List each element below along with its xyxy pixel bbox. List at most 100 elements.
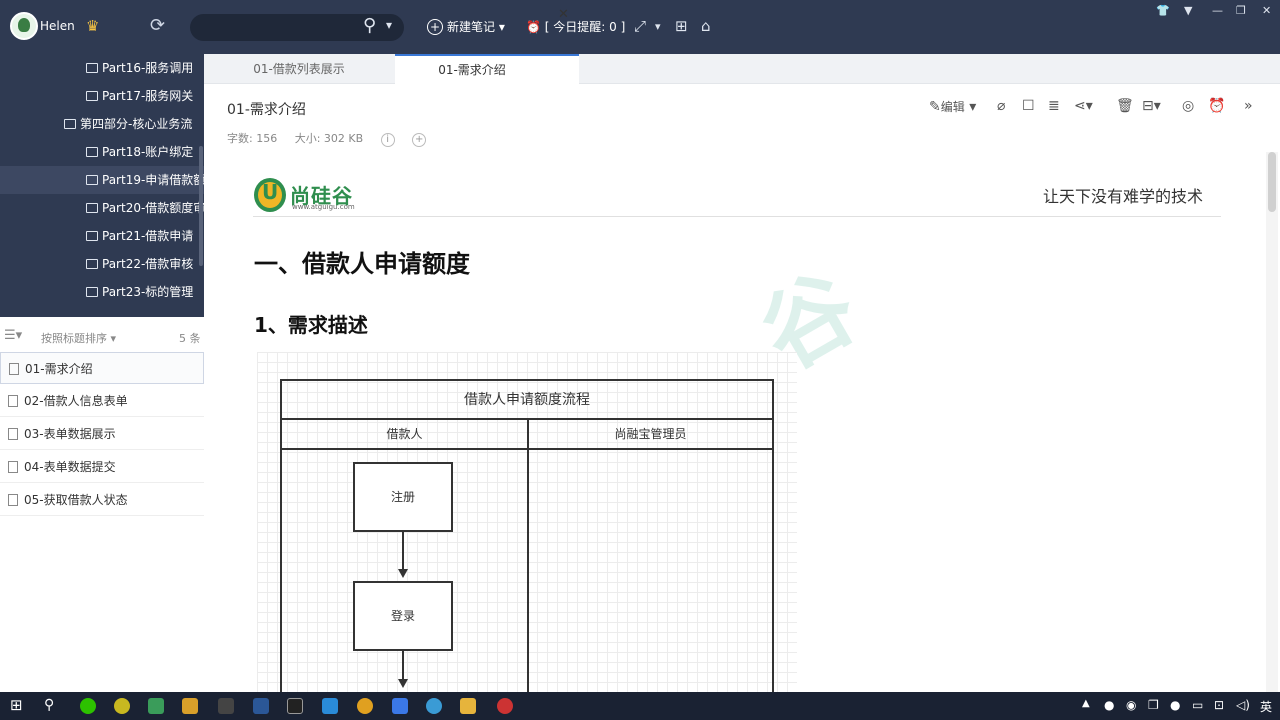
taskbar: ⊞ ⚲ ▲ ● ◉ ❐ ● ▭ ⊡ ◁) 英 [0, 692, 1280, 720]
attachment-icon[interactable]: ⌀ [997, 98, 1005, 114]
reminder-button[interactable]: ⏰ [ 今日提醒: 0 ] [526, 18, 625, 35]
alarm-clock-icon[interactable]: ⏰ [1208, 98, 1225, 114]
network-icon[interactable]: ⊡ [1214, 698, 1224, 712]
word-icon[interactable] [253, 698, 269, 714]
menu-icon[interactable]: ▼ [1184, 4, 1192, 17]
step-register: 注册 [353, 462, 453, 532]
trash-icon[interactable]: 🗑 [1116, 98, 1134, 114]
book-icon[interactable]: ⊟▾ [1142, 98, 1161, 114]
ime-indicator[interactable]: 英 [1260, 698, 1272, 715]
search-icon[interactable]: ⚲ [363, 15, 376, 36]
volume-icon[interactable]: ◁) [1236, 698, 1250, 712]
document-icon [8, 461, 18, 473]
username[interactable]: Helen [40, 19, 75, 33]
terminal-icon[interactable] [218, 698, 234, 714]
tray-icon[interactable]: ◉ [1126, 698, 1136, 712]
document-icon [8, 428, 18, 440]
tab-loan-list[interactable]: 01-借款列表展示 [204, 54, 394, 84]
reminder-label: [ 今日提醒: 0 ] [544, 20, 626, 34]
folder-icon [64, 119, 76, 129]
app-icon[interactable] [114, 698, 130, 714]
close-tab-icon[interactable]: ✕ [558, 7, 569, 22]
notebook-tree: Part16-服务调用 Part17-服务网关 第四部分-核心业务流 Part1… [0, 54, 204, 317]
weibo-icon[interactable]: ◎ [1182, 98, 1194, 114]
tree-item[interactable]: Part22-借款审核 [86, 250, 204, 278]
expand-icon[interactable]: ⤢ [634, 17, 646, 35]
skin-icon[interactable]: 👕 [1156, 4, 1170, 17]
windows-start-icon[interactable]: ⊞ [10, 696, 23, 714]
info-icon[interactable]: i [380, 133, 395, 147]
tree-item[interactable]: Part20-借款额度审 [86, 194, 204, 222]
tree-item[interactable]: 第四部分-核心业务流 [64, 110, 204, 138]
history-icon[interactable]: ≣ [1048, 98, 1060, 114]
step-login: 登录 [353, 581, 453, 651]
tray-icon[interactable]: ❐ [1148, 698, 1159, 712]
chevron-down-icon[interactable]: ▾ [655, 20, 661, 33]
home-icon[interactable]: ⌂ [701, 17, 711, 35]
logo-url: www.atguigu.com [292, 203, 355, 211]
chevron-up-icon[interactable]: ▲ [1082, 698, 1090, 709]
restore-button[interactable]: ❐ [1236, 4, 1246, 17]
microphone-icon[interactable]: ● [1170, 698, 1180, 712]
chrome-icon[interactable] [357, 698, 373, 714]
app-icon[interactable] [392, 698, 408, 714]
tree-item[interactable]: Part17-服务网关 [86, 82, 204, 110]
note-list-item[interactable]: 03-表单数据展示 [0, 418, 204, 450]
note-list-item[interactable]: 05-获取借款人状态 [0, 484, 204, 516]
browser-icon[interactable] [426, 698, 442, 714]
new-note-button[interactable]: + 新建笔记 ▾ [427, 18, 505, 35]
tree-scrollbar[interactable] [199, 146, 203, 266]
add-icon[interactable]: + [412, 133, 427, 147]
lane-admin: 尚融宝管理员 [529, 420, 772, 450]
folder-icon [86, 203, 98, 213]
tray-icon[interactable]: ● [1104, 698, 1114, 712]
tree-item-selected[interactable]: Part19-申请借款额 [0, 166, 204, 194]
app-icon[interactable] [497, 698, 513, 714]
file-size: 大小: 302 KB [294, 132, 364, 145]
tree-item[interactable]: Part16-服务调用 [86, 54, 204, 82]
plus-icon: + [427, 19, 443, 35]
sync-icon[interactable]: ⟳ [150, 15, 165, 36]
app-icon[interactable] [182, 698, 198, 714]
heading-1: 一、借款人申请额度 [254, 250, 470, 278]
new-note-label: 新建笔记 [447, 20, 496, 34]
sort-icon[interactable]: ☰▾ [4, 328, 22, 343]
minimize-button[interactable]: — [1212, 4, 1223, 17]
more-icon[interactable]: » [1244, 98, 1253, 114]
wechat-icon[interactable] [80, 698, 96, 714]
chevron-down-icon[interactable]: ▾ [386, 18, 392, 32]
note-count: 5 条 [179, 332, 201, 345]
crown-icon[interactable]: ♛ [86, 17, 99, 35]
document-title[interactable]: 01-需求介绍 [227, 99, 306, 119]
intellij-icon[interactable] [287, 698, 303, 714]
note-list-item[interactable]: 01-需求介绍 [0, 352, 204, 384]
alarm-icon: ⏰ [526, 20, 541, 34]
tree-item[interactable]: Part18-账户绑定 [86, 138, 204, 166]
battery-icon[interactable]: ▭ [1192, 698, 1203, 712]
comment-icon[interactable]: ☐ [1022, 98, 1035, 114]
close-button[interactable]: ✕ [1262, 4, 1271, 17]
tab-requirements[interactable]: 01-需求介绍 [395, 54, 579, 84]
app-icon[interactable] [148, 698, 164, 714]
folder-icon[interactable] [460, 698, 476, 714]
search-icon[interactable]: ⚲ [44, 697, 54, 713]
sort-dropdown[interactable]: 按照标题排序 ▾ [41, 330, 116, 346]
folder-icon [86, 287, 98, 297]
folder-icon [86, 91, 98, 101]
note-list-item[interactable]: 04-表单数据提交 [0, 451, 204, 483]
document-scrollbar[interactable] [1266, 152, 1278, 692]
sort-label: 按照标题排序 [41, 332, 107, 345]
avatar[interactable] [10, 12, 38, 40]
word-count: 字数: 156 [227, 132, 278, 145]
tree-item[interactable]: Part21-借款申请 [86, 222, 204, 250]
document-meta: 字数: 156 大小: 302 KB i + [227, 130, 427, 147]
tree-item[interactable]: Part23-标的管理 [86, 278, 204, 306]
heading-2: 1、需求描述 [254, 313, 368, 337]
note-list-header: ☰▾ 按照标题排序 ▾ 5 条 [0, 323, 204, 351]
grid-icon[interactable]: ⊞ [675, 17, 688, 35]
vscode-icon[interactable] [322, 698, 338, 714]
share-icon[interactable]: ⋖▾ [1074, 98, 1093, 114]
folder-icon [86, 259, 98, 269]
note-list-item[interactable]: 02-借款人信息表单 [0, 385, 204, 417]
edit-button[interactable]: ✎编辑 ▾ [929, 98, 976, 115]
